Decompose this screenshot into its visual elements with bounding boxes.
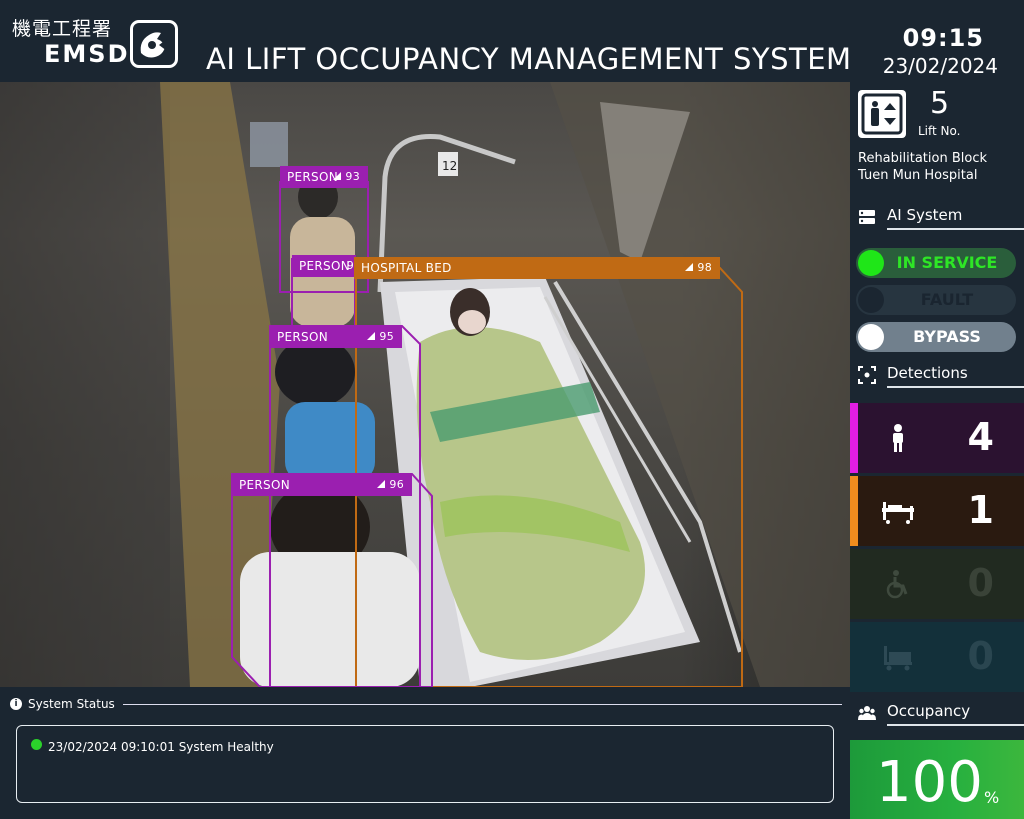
toggle-knob — [858, 287, 884, 313]
detection-label-text: PERSON — [277, 330, 328, 344]
bypass-toggle[interactable]: BYPASS — [856, 322, 1016, 352]
confidence-triangle-icon — [367, 332, 376, 340]
system-status-title: System Status — [28, 697, 115, 711]
app-root: 機電工程署 EMSD AI LIFT OCCUPANCY MANAGEMENT … — [0, 0, 1024, 819]
camera-scene: 12 — [0, 82, 850, 687]
detections-section-header: Detections — [858, 362, 1024, 388]
system-status-header: i System Status — [10, 695, 842, 713]
camera-feed: 12 PERSON 93 PERSON 9 HOSPITAL BED 98 PE… — [0, 82, 850, 687]
trolley-icon — [884, 646, 912, 671]
hospital-bed-icon — [882, 502, 914, 524]
confidence-triangle-icon — [333, 172, 342, 180]
lift-icon-graphic — [861, 93, 903, 135]
occupancy-section-header: Occupancy — [858, 700, 1024, 726]
logo-chinese-text: 機電工程署 — [12, 18, 113, 40]
lift-number: 5 — [930, 86, 950, 121]
clock-time: 09:15 — [902, 24, 984, 52]
server-icon — [859, 210, 875, 224]
page-title: AI LIFT OCCUPANCY MANAGEMENT SYSTEM — [206, 42, 852, 76]
detection-count-person: 4 — [850, 403, 1024, 473]
bypass-label: BYPASS — [913, 327, 981, 346]
divider — [887, 386, 1024, 388]
toggle-knob — [858, 250, 884, 276]
detection-count-wheelchair: 0 — [850, 549, 1024, 619]
detection-score: 93 — [333, 170, 360, 183]
detection-label-text: PERSON — [239, 478, 290, 492]
detection-label-person-4: PERSON 96 — [232, 474, 412, 496]
bed-count: 1 — [967, 488, 994, 532]
status-log-box[interactable]: 23/02/2024 09:10:01 System Healthy — [16, 725, 834, 803]
header: 機電工程署 EMSD AI LIFT OCCUPANCY MANAGEMENT … — [0, 0, 1024, 82]
detection-label-person-2: PERSON 9 — [292, 255, 356, 277]
logo-english-text: EMSD — [44, 40, 130, 68]
sidebar: 5 Lift No. Rehabilitation Block Tuen Mun… — [850, 82, 1024, 819]
divider — [887, 724, 1024, 726]
in-service-label: IN SERVICE — [896, 253, 998, 272]
bed-color-bar — [850, 476, 858, 546]
detection-label-person-3: PERSON 95 — [270, 326, 402, 348]
occupancy-value: 100 — [876, 750, 983, 815]
lift-location: Rehabilitation Block Tuen Mun Hospital — [858, 150, 987, 184]
detection-score: 9 — [346, 259, 354, 272]
info-icon: i — [10, 698, 22, 710]
detection-label-text: PERSON — [299, 259, 350, 273]
fault-label: FAULT — [920, 290, 974, 309]
lift-number-label: Lift No. — [918, 124, 961, 138]
emsd-logo-icon — [130, 20, 178, 68]
emsd-emblem-graphic — [140, 32, 167, 58]
log-entry-text: 23/02/2024 09:10:01 System Healthy — [48, 740, 274, 754]
person-color-bar — [850, 403, 858, 473]
scan-focus-icon — [858, 366, 876, 384]
wheelchair-count: 0 — [967, 561, 994, 605]
person-icon — [893, 424, 903, 452]
confidence-triangle-icon — [377, 480, 386, 488]
location-line-1: Rehabilitation Block — [858, 151, 987, 166]
toggle-knob — [858, 324, 884, 350]
lift-icon — [858, 90, 906, 138]
person-count: 4 — [967, 415, 994, 459]
detection-count-trolley: 0 — [850, 622, 1024, 692]
trolley-count: 0 — [967, 634, 994, 678]
location-line-2: Tuen Mun Hospital — [858, 168, 978, 183]
wheelchair-icon — [886, 570, 908, 599]
detection-score: 96 — [377, 478, 404, 491]
status-ok-dot-icon — [31, 738, 42, 750]
detection-label-text: HOSPITAL BED — [361, 261, 452, 275]
detection-label-hospital-bed: HOSPITAL BED 98 — [354, 257, 720, 279]
log-entry: 23/02/2024 09:10:01 System Healthy — [31, 738, 274, 754]
divider — [887, 228, 1024, 230]
detection-score: 95 — [367, 330, 394, 343]
detections-title: Detections — [887, 364, 968, 382]
clock-date: 23/02/2024 — [882, 54, 998, 78]
detection-count-bed: 1 — [850, 476, 1024, 546]
system-status-panel: i System Status 23/02/2024 09:10:01 Syst… — [0, 687, 850, 819]
detection-label-person-1: PERSON 93 — [280, 166, 368, 188]
occupancy-title: Occupancy — [887, 702, 971, 720]
divider — [122, 703, 842, 705]
bed-tag-number: 12 — [442, 159, 457, 173]
confidence-triangle-icon — [685, 263, 694, 271]
detection-label-text: PERSON — [287, 170, 338, 184]
detection-score: 98 — [685, 261, 712, 274]
people-group-icon — [858, 706, 876, 720]
ai-system-section-header: AI System — [858, 204, 1024, 230]
occupancy-indicator: 100 % — [850, 740, 1024, 819]
ai-system-title: AI System — [887, 206, 963, 224]
occupancy-unit: % — [984, 788, 1000, 807]
in-service-toggle[interactable]: IN SERVICE — [856, 248, 1016, 278]
fault-toggle[interactable]: FAULT — [856, 285, 1016, 315]
